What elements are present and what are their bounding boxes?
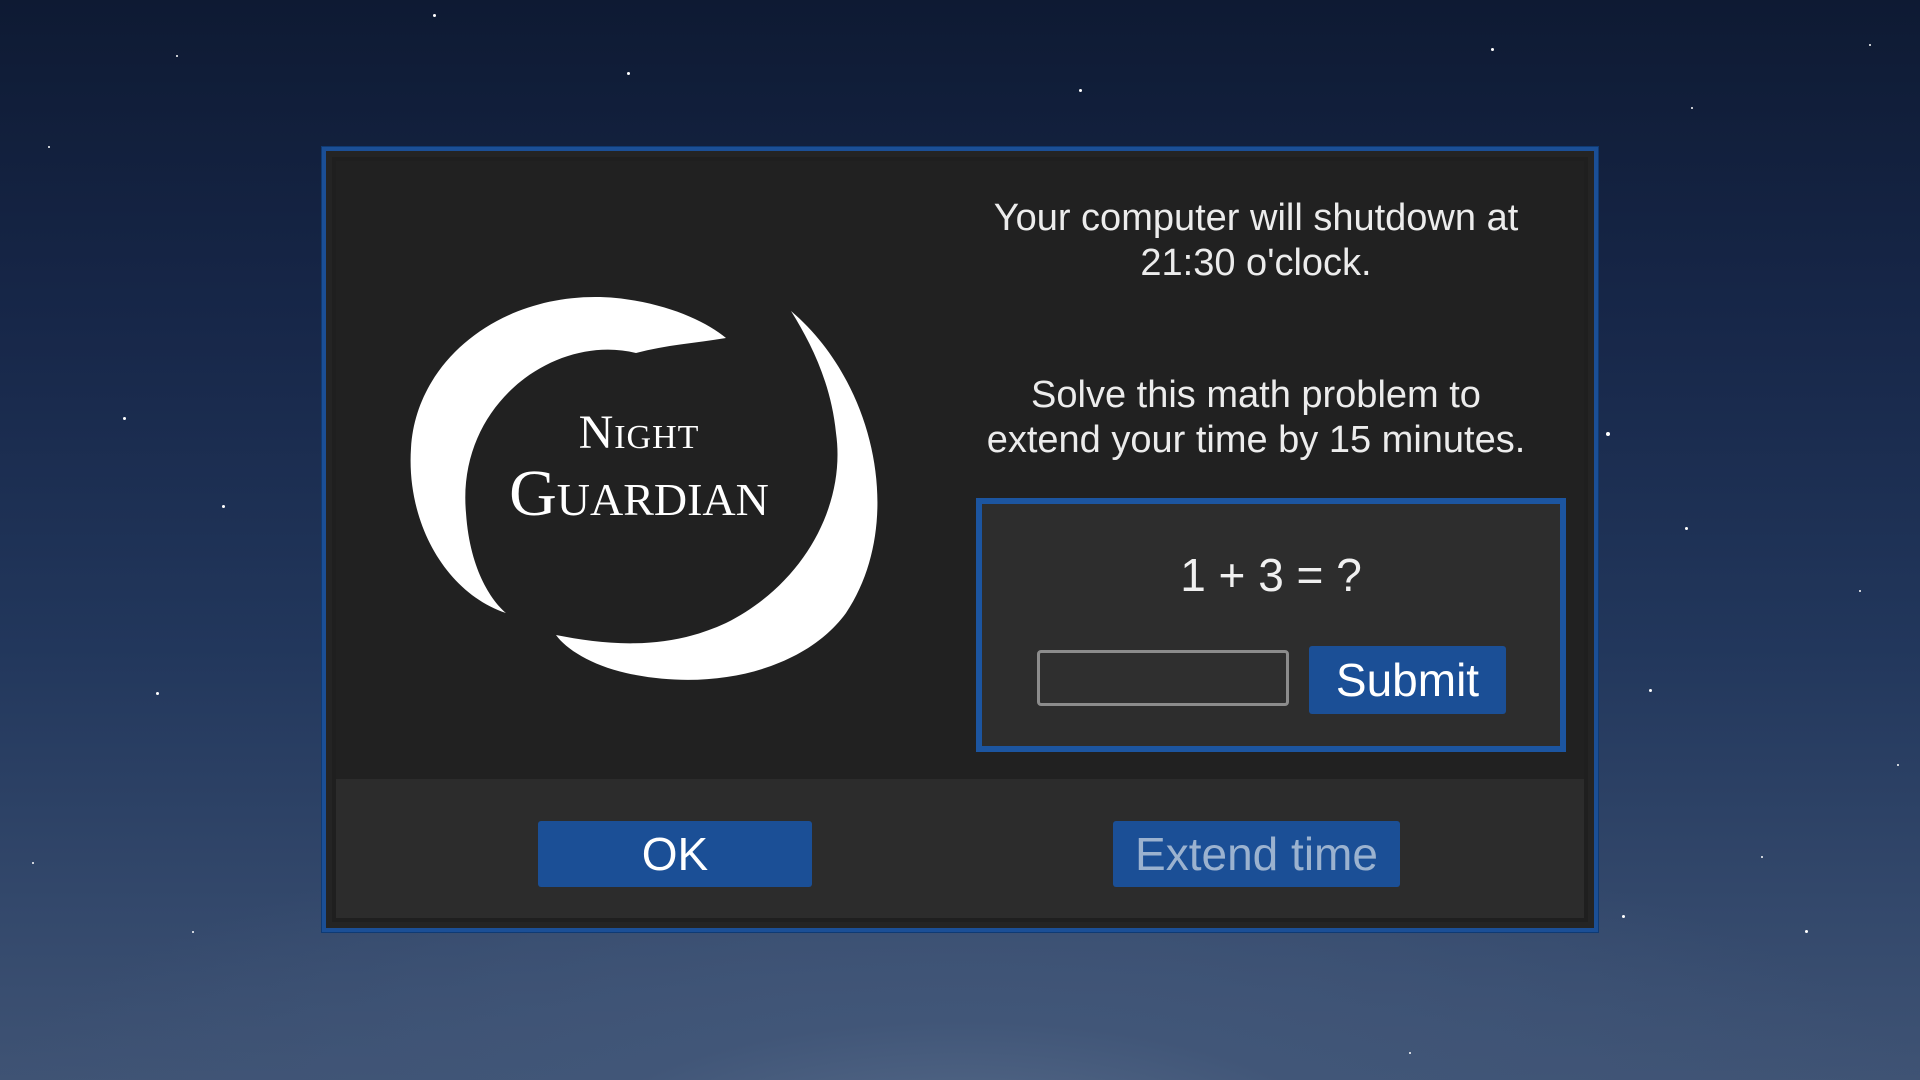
star xyxy=(1649,689,1652,692)
star xyxy=(1685,527,1688,530)
star xyxy=(32,862,34,864)
shutdown-dialog: Night Guardian Your computer will shutdo… xyxy=(322,147,1598,932)
star xyxy=(627,72,630,75)
star xyxy=(1897,764,1899,766)
extend-time-button[interactable]: Extend time xyxy=(1113,821,1400,887)
star xyxy=(222,505,225,508)
solve-line-2: extend your time by 15 minutes. xyxy=(986,419,1526,461)
star xyxy=(192,931,194,933)
shutdown-message: Your computer will shutdown at 21:30 o'c… xyxy=(976,196,1536,286)
star xyxy=(1691,107,1693,109)
night-guardian-logo: Night Guardian xyxy=(410,297,878,680)
solve-line-1: Solve this math problem to xyxy=(1031,374,1481,416)
solve-message: Solve this math problem to extend your t… xyxy=(976,373,1536,463)
star xyxy=(176,55,178,57)
star xyxy=(123,417,126,420)
star xyxy=(156,692,159,695)
math-problem-text: 1 + 3 = ? xyxy=(1180,549,1362,601)
star xyxy=(1079,89,1082,92)
math-problem-panel: 1 + 3 = ? Submit xyxy=(976,498,1566,752)
ok-button[interactable]: OK xyxy=(538,821,812,887)
star xyxy=(1606,432,1610,436)
dialog-footer: OK Extend time xyxy=(336,779,1584,918)
star xyxy=(1805,930,1808,933)
logo-line2: Guardian xyxy=(509,457,769,530)
star xyxy=(1491,48,1494,51)
answer-input[interactable] xyxy=(1037,650,1289,706)
star xyxy=(1859,590,1861,592)
shutdown-line-1: Your computer will shutdown at xyxy=(993,197,1519,239)
star xyxy=(1622,915,1625,918)
star xyxy=(1761,856,1763,858)
star xyxy=(1409,1052,1411,1054)
star xyxy=(48,146,50,148)
star xyxy=(1869,44,1871,46)
logo-line1: Night xyxy=(579,406,700,459)
submit-button[interactable]: Submit xyxy=(1309,646,1506,714)
dialog-content: Night Guardian Your computer will shutdo… xyxy=(336,161,1584,779)
shutdown-line-2: 21:30 o'clock. xyxy=(1140,242,1372,284)
star xyxy=(433,14,436,17)
